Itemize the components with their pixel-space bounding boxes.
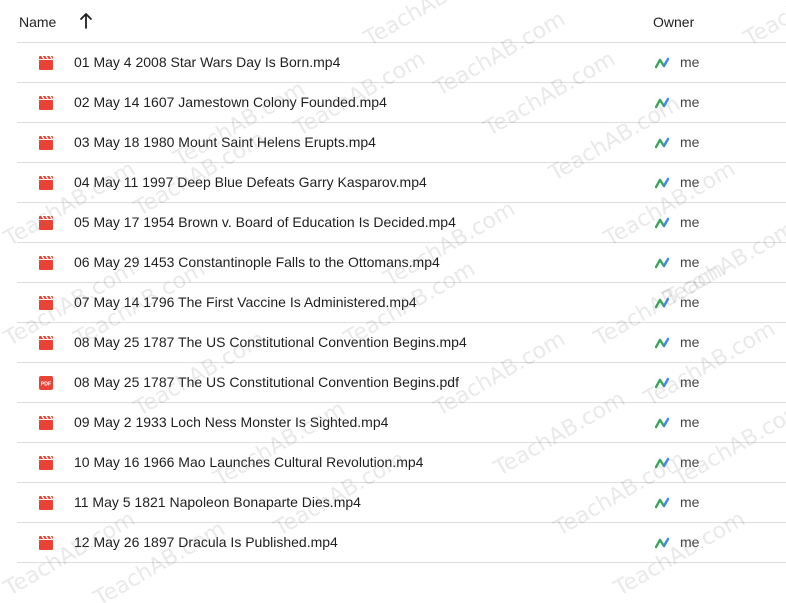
- table-row[interactable]: 05 May 17 1954 Brown v. Board of Educati…: [17, 203, 786, 243]
- table-row[interactable]: 09 May 2 1933 Loch Ness Monster Is Sight…: [17, 403, 786, 443]
- file-rows: 01 May 4 2008 Star Wars Day Is Born.mp4 m…: [17, 43, 786, 563]
- shared-drive-icon: [655, 457, 669, 469]
- video-file-icon: [39, 175, 53, 190]
- shared-drive-icon: [655, 57, 669, 69]
- file-name[interactable]: 01 May 4 2008 Star Wars Day Is Born.mp4: [74, 54, 340, 70]
- file-table: Name Owner 01 May 4 2008 Star Wars Day I…: [17, 0, 786, 563]
- owner-name: me: [680, 534, 700, 550]
- shared-drive-icon: [655, 377, 669, 389]
- table-header: Name Owner: [17, 0, 786, 43]
- pdf-file-icon: PDF: [39, 376, 53, 390]
- svg-text:PDF: PDF: [41, 382, 51, 388]
- owner-name: me: [680, 414, 700, 430]
- shared-drive-icon: [655, 497, 669, 509]
- table-row[interactable]: 04 May 11 1997 Deep Blue Defeats Garry K…: [17, 163, 786, 203]
- file-name[interactable]: 06 May 29 1453 Constantinople Falls to t…: [74, 254, 440, 270]
- file-name[interactable]: 11 May 5 1821 Napoleon Bonaparte Dies.mp…: [74, 494, 361, 510]
- owner-name: me: [680, 134, 700, 150]
- video-file-icon: [39, 455, 53, 470]
- owner-name: me: [680, 494, 700, 510]
- file-name[interactable]: 10 May 16 1966 Mao Launches Cultural Rev…: [74, 454, 423, 470]
- video-file-icon: [39, 215, 53, 230]
- file-list-page: Name Owner 01 May 4 2008 Star Wars Day I…: [0, 0, 786, 603]
- column-header-name[interactable]: Name: [19, 14, 56, 30]
- video-file-icon: [39, 135, 53, 150]
- file-name[interactable]: 12 May 26 1897 Dracula Is Published.mp4: [74, 534, 338, 550]
- owner-name: me: [680, 294, 700, 310]
- table-row[interactable]: 01 May 4 2008 Star Wars Day Is Born.mp4 m…: [17, 43, 786, 83]
- owner-name: me: [680, 54, 700, 70]
- shared-drive-icon: [655, 137, 669, 149]
- video-file-icon: [39, 495, 53, 510]
- table-row[interactable]: 11 May 5 1821 Napoleon Bonaparte Dies.mp…: [17, 483, 786, 523]
- arrow-up-icon[interactable]: [78, 11, 94, 31]
- shared-drive-icon: [655, 257, 669, 269]
- shared-drive-icon: [655, 297, 669, 309]
- video-file-icon: [39, 295, 53, 310]
- owner-name: me: [680, 454, 700, 470]
- shared-drive-icon: [655, 97, 669, 109]
- video-file-icon: [39, 255, 53, 270]
- owner-name: me: [680, 214, 700, 230]
- table-row[interactable]: 07 May 14 1796 The First Vaccine Is Admi…: [17, 283, 786, 323]
- file-name[interactable]: 09 May 2 1933 Loch Ness Monster Is Sight…: [74, 414, 388, 430]
- column-header-owner[interactable]: Owner: [653, 14, 694, 30]
- owner-name: me: [680, 174, 700, 190]
- table-row[interactable]: 06 May 29 1453 Constantinople Falls to t…: [17, 243, 786, 283]
- owner-name: me: [680, 374, 700, 390]
- video-file-icon: [39, 55, 53, 70]
- video-file-icon: [39, 415, 53, 430]
- table-row[interactable]: 02 May 14 1607 Jamestown Colony Founded.…: [17, 83, 786, 123]
- file-name[interactable]: 02 May 14 1607 Jamestown Colony Founded.…: [74, 94, 387, 110]
- file-name[interactable]: 07 May 14 1796 The First Vaccine Is Admi…: [74, 294, 417, 310]
- shared-drive-icon: [655, 337, 669, 349]
- owner-name: me: [680, 254, 700, 270]
- table-row[interactable]: 10 May 16 1966 Mao Launches Cultural Rev…: [17, 443, 786, 483]
- table-row[interactable]: 12 May 26 1897 Dracula Is Published.mp4 m…: [17, 523, 786, 563]
- shared-drive-icon: [655, 417, 669, 429]
- file-name[interactable]: 03 May 18 1980 Mount Saint Helens Erupts…: [74, 134, 376, 150]
- shared-drive-icon: [655, 177, 669, 189]
- file-name[interactable]: 08 May 25 1787 The US Constitutional Con…: [74, 334, 467, 350]
- video-file-icon: [39, 535, 53, 550]
- table-row[interactable]: PDF 08 May 25 1787 The US Constitutional …: [17, 363, 786, 403]
- shared-drive-icon: [655, 217, 669, 229]
- file-name[interactable]: 05 May 17 1954 Brown v. Board of Educati…: [74, 214, 456, 230]
- table-row[interactable]: 03 May 18 1980 Mount Saint Helens Erupts…: [17, 123, 786, 163]
- table-row[interactable]: 08 May 25 1787 The US Constitutional Con…: [17, 323, 786, 363]
- owner-name: me: [680, 334, 700, 350]
- file-name[interactable]: 08 May 25 1787 The US Constitutional Con…: [74, 374, 459, 390]
- owner-name: me: [680, 94, 700, 110]
- file-name[interactable]: 04 May 11 1997 Deep Blue Defeats Garry K…: [74, 174, 427, 190]
- shared-drive-icon: [655, 537, 669, 549]
- video-file-icon: [39, 335, 53, 350]
- video-file-icon: [39, 95, 53, 110]
